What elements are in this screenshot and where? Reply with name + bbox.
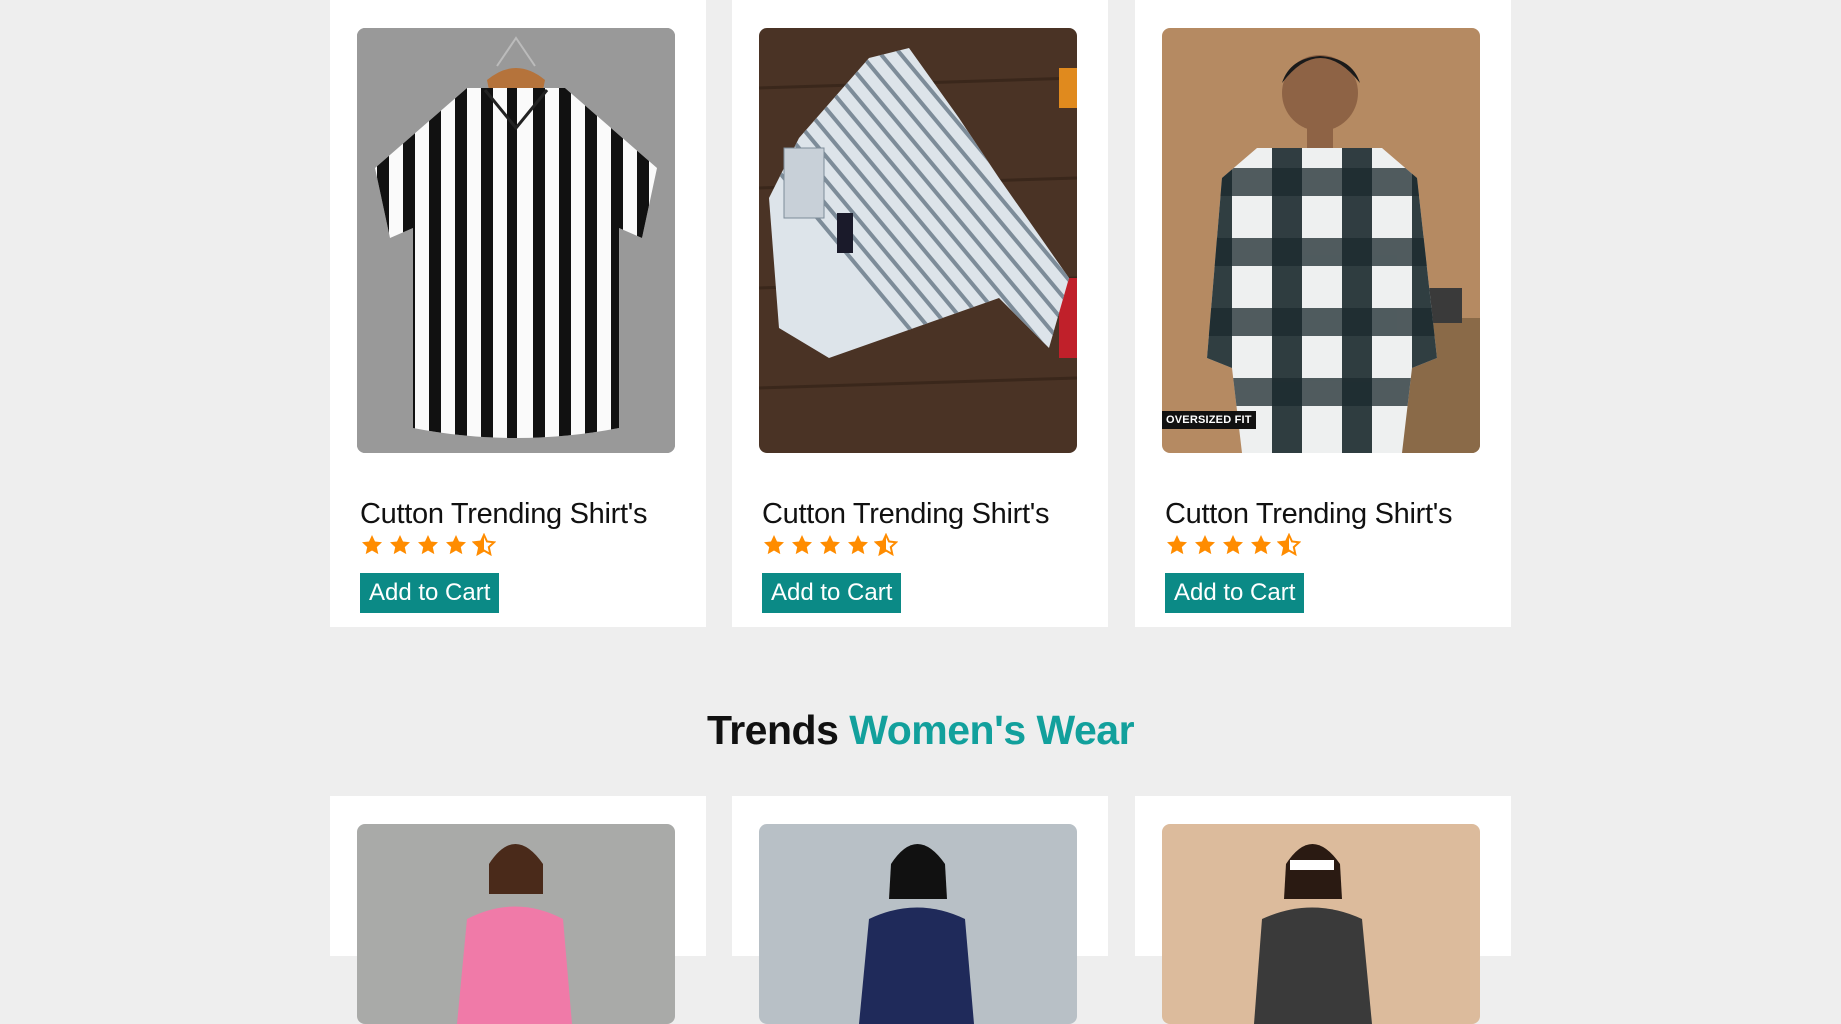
- product-image[interactable]: [759, 824, 1077, 1024]
- add-to-cart-button[interactable]: Add to Cart: [1165, 573, 1305, 613]
- product-image[interactable]: [1162, 824, 1480, 1024]
- star-icon: [848, 535, 868, 555]
- star-icon: [418, 535, 438, 555]
- product-title[interactable]: Cutton Trending Shirt's: [762, 498, 1049, 531]
- product-card: Cutton Trending Shirt's Add to Cart: [732, 0, 1108, 627]
- product-title[interactable]: Cutton Trending Shirt's: [360, 498, 647, 531]
- add-to-cart-button[interactable]: Add to Cart: [762, 573, 902, 613]
- rating-stars: [360, 533, 496, 557]
- star-half-icon: [1277, 533, 1301, 557]
- star-icon: [1167, 535, 1187, 555]
- rating-stars: [762, 533, 898, 557]
- section-title-accent: Women's Wear: [849, 707, 1135, 753]
- star-half-icon: [472, 533, 496, 557]
- product-image[interactable]: [357, 824, 675, 1024]
- star-icon: [820, 535, 840, 555]
- star-icon: [362, 535, 382, 555]
- star-icon: [1251, 535, 1271, 555]
- product-image[interactable]: [759, 28, 1077, 453]
- fit-badge: OVERSIZED FIT: [1162, 411, 1256, 429]
- add-to-cart-button[interactable]: Add to Cart: [360, 573, 500, 613]
- product-card: Cutton Trending Shirt's Add to Cart: [330, 0, 706, 627]
- product-title[interactable]: Cutton Trending Shirt's: [1165, 498, 1452, 531]
- product-card: [732, 796, 1108, 1024]
- star-icon: [1195, 535, 1215, 555]
- product-card: OVERSIZED FIT Cutton Trending Shirt's Ad…: [1135, 0, 1511, 627]
- star-half-icon: [874, 533, 898, 557]
- product-image[interactable]: OVERSIZED FIT: [1162, 28, 1480, 453]
- rating-stars: [1165, 533, 1301, 557]
- star-icon: [1223, 535, 1243, 555]
- section-title-main: Trends: [706, 707, 839, 753]
- product-card: [1135, 796, 1511, 1024]
- star-icon: [390, 535, 410, 555]
- star-icon: [792, 535, 812, 555]
- product-card: [330, 796, 706, 1024]
- star-icon: [764, 535, 784, 555]
- star-icon: [446, 535, 466, 555]
- section-title: Trends Women's Wear: [0, 707, 1841, 754]
- product-image[interactable]: [357, 28, 675, 453]
